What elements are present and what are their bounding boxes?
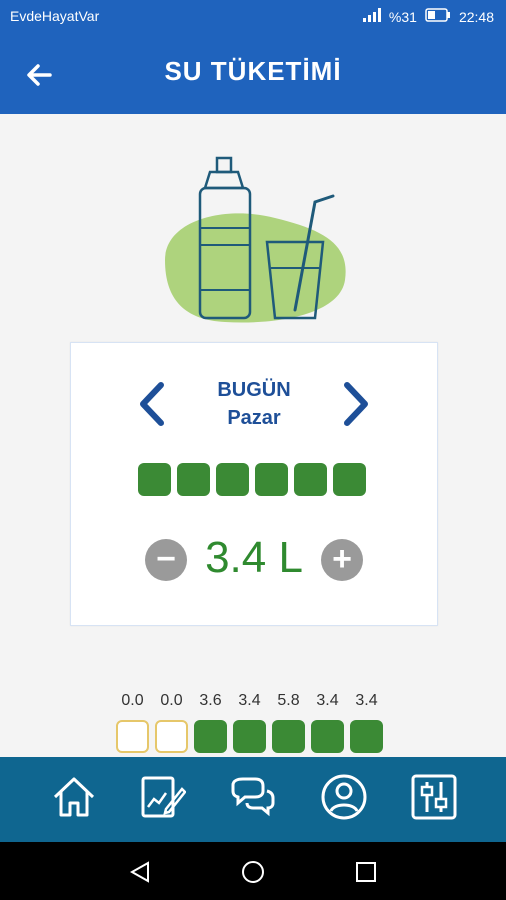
edit-chart-icon bbox=[141, 776, 187, 818]
week-box[interactable] bbox=[194, 720, 227, 753]
bottom-tab-bar bbox=[0, 757, 506, 842]
increase-button[interactable]: + bbox=[321, 539, 363, 581]
chat-icon bbox=[231, 777, 275, 817]
nav-recents-button[interactable] bbox=[354, 860, 378, 884]
status-time: 22:48 bbox=[458, 8, 494, 25]
cup-indicator[interactable] bbox=[255, 463, 288, 496]
cups-row bbox=[138, 463, 366, 496]
week-box[interactable] bbox=[350, 720, 383, 753]
week-box[interactable] bbox=[155, 720, 188, 753]
status-right: %31 22:48 bbox=[362, 8, 494, 25]
profile-icon bbox=[321, 774, 367, 820]
consumption-card: BUGÜN Pazar − 3.4 L + bbox=[70, 342, 438, 626]
week-value: 3.6 bbox=[199, 692, 222, 709]
tab-messages[interactable] bbox=[229, 773, 277, 821]
plus-icon: + bbox=[332, 540, 352, 578]
triangle-back-icon bbox=[129, 861, 149, 883]
app-header: SU TÜKETİMİ bbox=[0, 34, 506, 114]
battery-percent: %31 bbox=[388, 8, 417, 25]
cup-indicator[interactable] bbox=[333, 463, 366, 496]
nav-back-button[interactable] bbox=[128, 860, 152, 884]
water-illustration bbox=[155, 150, 355, 335]
signal-icon bbox=[362, 8, 381, 25]
week-value: 5.8 bbox=[277, 692, 300, 709]
week-day: 5.8 bbox=[272, 690, 305, 753]
week-day: 3.6 bbox=[194, 690, 227, 753]
cup-indicator[interactable] bbox=[216, 463, 249, 496]
week-value: 3.4 bbox=[238, 692, 261, 709]
week-day: 3.4 bbox=[350, 690, 383, 753]
page-title: SU TÜKETİMİ bbox=[164, 56, 342, 86]
week-value: 0.0 bbox=[121, 692, 144, 709]
settings-sliders-icon bbox=[411, 774, 457, 820]
week-box[interactable] bbox=[311, 720, 344, 753]
day-name: Pazar bbox=[227, 407, 281, 429]
cup-indicator[interactable] bbox=[177, 463, 210, 496]
week-value: 3.4 bbox=[355, 692, 378, 709]
week-box[interactable] bbox=[116, 720, 149, 753]
week-day: 0.0 bbox=[116, 690, 149, 753]
system-nav-bar bbox=[0, 842, 506, 900]
home-icon bbox=[53, 777, 95, 817]
week-day: 3.4 bbox=[233, 690, 266, 753]
week-history: 0.0 0.0 3.6 3.4 5.8 3.4 3.4 bbox=[116, 690, 383, 753]
status-app-name: EvdeHayatVar bbox=[10, 8, 100, 24]
week-day: 0.0 bbox=[155, 690, 188, 753]
square-recents-icon bbox=[356, 862, 376, 882]
next-day-button[interactable] bbox=[339, 381, 373, 427]
nav-home-button[interactable] bbox=[241, 860, 265, 884]
cup-indicator[interactable] bbox=[138, 463, 171, 496]
day-title: BUGÜN bbox=[217, 379, 291, 401]
status-bar: EvdeHayatVar %31 22:48 bbox=[0, 0, 506, 34]
tab-records[interactable] bbox=[138, 773, 187, 821]
tab-home[interactable] bbox=[50, 773, 98, 821]
tab-profile[interactable] bbox=[320, 773, 368, 821]
week-box[interactable] bbox=[272, 720, 305, 753]
circle-home-icon bbox=[242, 861, 264, 883]
tab-settings[interactable] bbox=[410, 773, 458, 821]
week-value: 3.4 bbox=[316, 692, 339, 709]
water-amount: 3.4 L bbox=[205, 533, 303, 582]
week-day: 3.4 bbox=[311, 690, 344, 753]
battery-icon bbox=[425, 8, 451, 25]
chevron-right-icon bbox=[344, 382, 368, 426]
cup-indicator[interactable] bbox=[294, 463, 327, 496]
week-box[interactable] bbox=[233, 720, 266, 753]
week-value: 0.0 bbox=[160, 692, 183, 709]
